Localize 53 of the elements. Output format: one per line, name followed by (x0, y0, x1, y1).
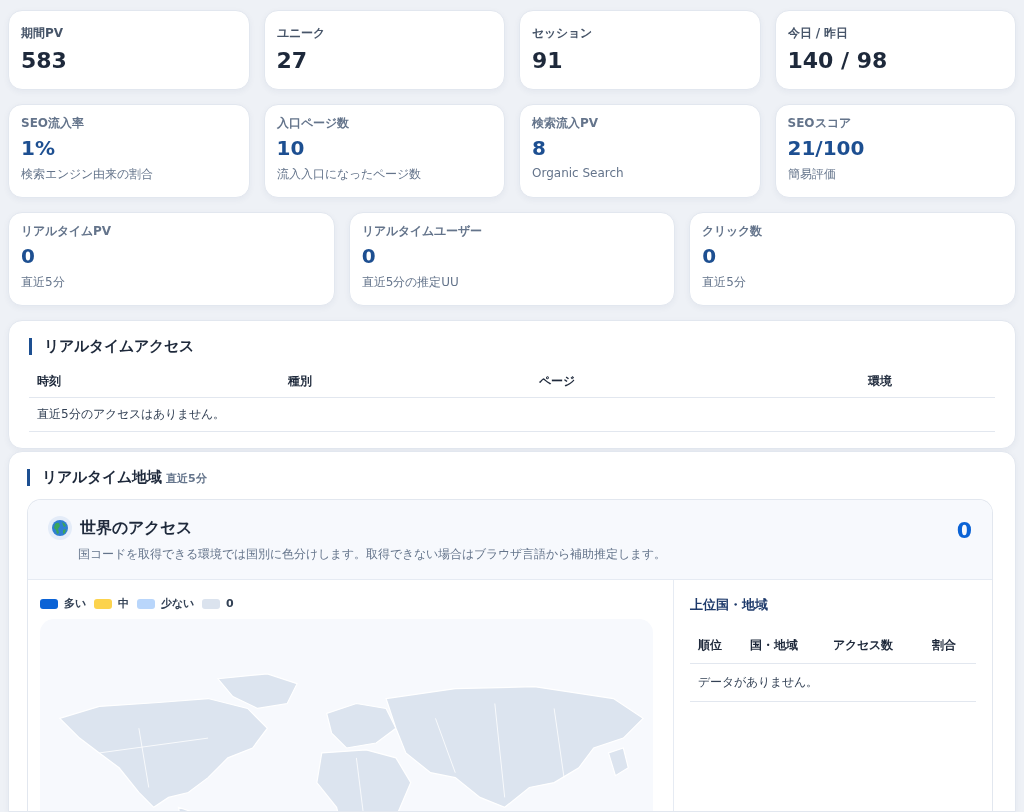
metric-value: 10 (276, 136, 306, 160)
metric-label: SEO流入率 (21, 115, 86, 132)
stat-label: ユニーク (276, 25, 326, 42)
accent-bar (29, 338, 32, 355)
legend-label: 中 (118, 596, 129, 611)
stat-label: 今日 / 昨日 (787, 25, 850, 42)
column-header: 国・地域 (742, 628, 826, 664)
metric-label: リアルタイムユーザー (361, 223, 483, 240)
metric-value: 0 (702, 244, 718, 268)
metric-note: 直近5分の推定UU (361, 274, 460, 291)
world-access-description: 国コードを取得できる環境では国別に色分けします。取得できない場合はブラウザ言語から補助推定します。 (78, 546, 666, 563)
metric-note: 直近5分 (702, 274, 747, 291)
metric-label: クリック数 (702, 223, 764, 240)
metric-value: 0 (21, 244, 36, 268)
world-access-total: 0 (956, 518, 972, 543)
empty-message: データがありません。 (690, 663, 976, 702)
metric-label: 検索流入PV (532, 115, 600, 132)
legend-label: 多い (64, 596, 86, 611)
metric-value: 21/100 (787, 136, 866, 160)
metric-note: 直近5分 (21, 274, 66, 291)
stat-value: 583 (21, 48, 68, 73)
column-header: 環境 (859, 366, 995, 398)
section-subtitle: 直近5分 (166, 471, 207, 486)
metric-label: 入口ページ数 (276, 115, 350, 132)
column-header: ページ (531, 366, 860, 398)
stat-value: 27 (276, 48, 309, 73)
metric-label: リアルタイムPV (21, 223, 113, 240)
metric-note: 検索エンジン由来の割合 (21, 166, 154, 183)
stat-label: セッション (532, 25, 593, 42)
section-title: リアルタイムアクセス (44, 337, 194, 356)
accent-bar (27, 469, 30, 486)
column-header: アクセス数 (825, 628, 924, 664)
column-header: 順位 (690, 628, 742, 664)
metric-value: 0 (361, 244, 377, 268)
stat-label: 期間PV (21, 25, 65, 42)
stat-value: 91 (532, 48, 564, 73)
section-title: リアルタイム地域 (42, 468, 162, 487)
column-header: 時刻 (29, 366, 281, 398)
stat-value: 140 / 98 (787, 48, 889, 73)
ranking-title: 上位国・地域 (690, 596, 769, 614)
column-header: 種別 (280, 366, 532, 398)
metric-note: Organic Search (532, 166, 625, 180)
column-header: 割合 (924, 628, 976, 664)
metric-note: 簡易評価 (787, 166, 837, 183)
metric-label: SEOスコア (787, 115, 852, 132)
legend-label: 少ない (161, 596, 194, 611)
world-access-title: 世界のアクセス (80, 517, 192, 539)
empty-message: 直近5分のアクセスはありません。 (29, 397, 995, 432)
metric-note: 流入入口になったページ数 (276, 166, 422, 183)
metric-value: 1% (21, 136, 56, 160)
globe-icon (48, 516, 72, 540)
legend-label: 0 (226, 597, 234, 610)
metric-value: 8 (532, 136, 547, 160)
